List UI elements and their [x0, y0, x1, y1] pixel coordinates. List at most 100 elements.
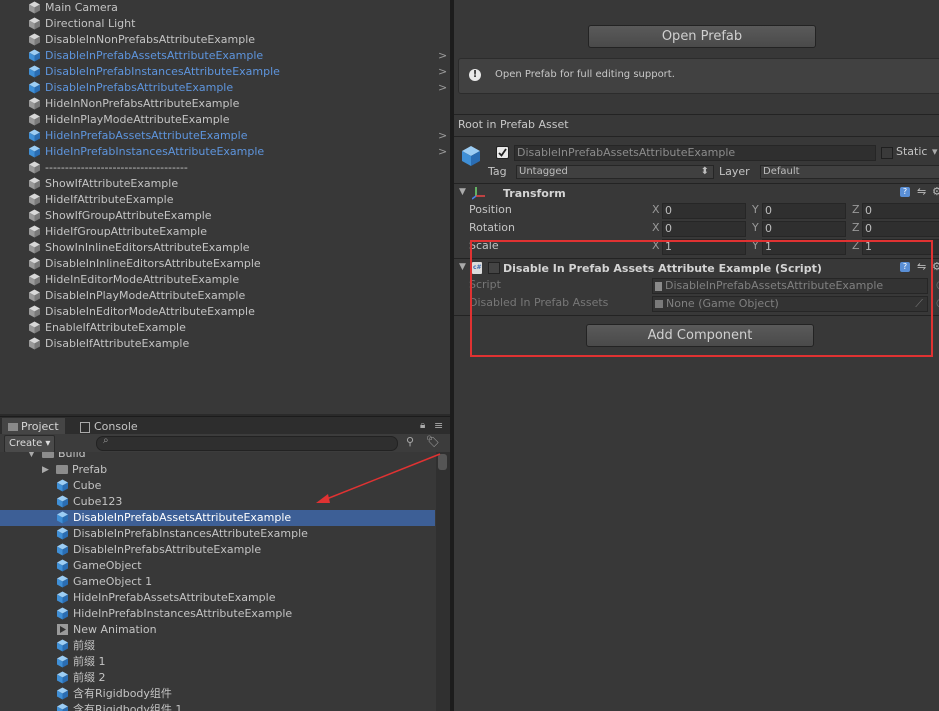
- project-item[interactable]: DisableInPrefabsAttributeExample: [0, 542, 435, 558]
- hierarchy-item-label: HideIfGroupAttributeExample: [45, 225, 207, 238]
- transform-x-field[interactable]: 0: [662, 203, 746, 219]
- project-item-label: New Animation: [73, 623, 157, 636]
- prefab-cube-icon: [56, 607, 69, 620]
- preset-icon[interactable]: ⇋: [917, 185, 926, 198]
- project-item[interactable]: HideInPrefabInstancesAttributeExample: [0, 606, 435, 622]
- gameobject-cube-icon: [28, 161, 41, 174]
- static-dropdown-icon[interactable]: ▾: [932, 145, 938, 158]
- filter-type-icon[interactable]: ⚲: [406, 435, 414, 448]
- prefab-cube-icon: [28, 129, 41, 142]
- search-input[interactable]: ⌕: [96, 435, 398, 451]
- prefab-cube-icon: [56, 591, 69, 604]
- project-item-label: 前缀: [73, 639, 95, 652]
- prefab-cube-icon: [56, 639, 69, 652]
- foldout-arrow-icon[interactable]: ▼: [459, 187, 466, 197]
- project-item[interactable]: DisableInPrefabInstancesAttributeExample: [0, 526, 435, 542]
- gear-icon[interactable]: ⚙: [932, 185, 939, 198]
- layer-dropdown[interactable]: Default: [760, 165, 939, 179]
- open-prefab-button[interactable]: Open Prefab: [588, 25, 816, 48]
- active-checkbox[interactable]: [496, 146, 509, 159]
- project-item-label: HideInPrefabAssetsAttributeExample: [73, 591, 276, 604]
- info-icon: !: [469, 69, 481, 81]
- foldout-arrow-icon[interactable]: ▼: [28, 452, 35, 462]
- info-box: ! Open Prefab for full editing support.: [458, 58, 939, 94]
- folder-icon: [56, 465, 68, 474]
- project-item[interactable]: 前缀 1: [0, 654, 435, 670]
- prefab-cube-icon: [56, 479, 69, 492]
- project-item-label: 含有Rigidbody组件 1: [73, 703, 183, 711]
- prefab-cube-icon: [56, 511, 69, 524]
- search-icon: ⌕: [103, 435, 109, 446]
- transform-y-field[interactable]: 0: [762, 221, 846, 237]
- project-tab-bar: Project Console 🔒︎ ≡: [0, 416, 450, 435]
- hierarchy-item-label: Directional Light: [45, 17, 136, 30]
- transform-z-field[interactable]: 0: [862, 221, 939, 237]
- tab-console[interactable]: Console: [74, 418, 144, 435]
- project-item-label: DisableInPrefabsAttributeExample: [73, 543, 262, 556]
- object-name-field[interactable]: DisableInPrefabAssetsAttributeExample: [514, 145, 876, 161]
- project-item[interactable]: GameObject 1: [0, 574, 435, 590]
- foldout-arrow-icon[interactable]: ▶: [42, 462, 49, 478]
- root-label: Root in Prefab Asset: [458, 118, 569, 131]
- axis-z-label[interactable]: Z: [852, 203, 860, 216]
- prefab-open-arrow-icon[interactable]: >: [438, 144, 448, 160]
- gameobject-cube-icon: [28, 17, 41, 30]
- axis-z-label[interactable]: Z: [852, 221, 860, 234]
- project-item-label: DisableInPrefabInstancesAttributeExample: [73, 527, 308, 540]
- static-label: Static: [896, 145, 928, 158]
- prefab-cube-icon: [56, 687, 69, 700]
- menu-icon[interactable]: ≡: [434, 419, 443, 432]
- project-item[interactable]: New Animation: [0, 622, 435, 638]
- annotation-arrow: [316, 453, 441, 503]
- axis-y-label[interactable]: Y: [752, 203, 759, 216]
- gameobject-cube-icon: [28, 97, 41, 110]
- lock-icon[interactable]: 🔒︎: [420, 420, 425, 431]
- project-item[interactable]: DisableInPrefabAssetsAttributeExample: [0, 510, 435, 526]
- prefab-open-arrow-icon[interactable]: >: [438, 128, 448, 144]
- gear-icon[interactable]: ⚙: [932, 260, 939, 273]
- transform-z-field[interactable]: 0: [862, 203, 939, 219]
- foldout-arrow-icon[interactable]: ▼: [459, 262, 466, 272]
- prefab-cube-icon: [460, 145, 482, 167]
- transform-y-field[interactable]: 0: [762, 203, 846, 219]
- project-item[interactable]: GameObject: [0, 558, 435, 574]
- static-checkbox[interactable]: [881, 147, 893, 159]
- project-item[interactable]: HideInPrefabAssetsAttributeExample: [0, 590, 435, 606]
- hierarchy-panel: Main Camera Directional Light DisableInNon…: [0, 0, 450, 414]
- axis-x-label[interactable]: X: [652, 221, 660, 234]
- project-item[interactable]: 含有Rigidbody组件 1: [0, 702, 435, 711]
- project-item-label: DisableInPrefabAssetsAttributeExample: [73, 511, 292, 524]
- project-item[interactable]: 含有Rigidbody组件: [0, 686, 435, 702]
- tag-dropdown[interactable]: Untagged ⬍: [516, 165, 714, 179]
- axis-x-label[interactable]: X: [652, 203, 660, 216]
- gameobject-cube-icon: [28, 193, 41, 206]
- dropdown-arrow-icon: ⬍: [700, 166, 709, 177]
- gameobject-cube-icon: [28, 33, 41, 46]
- gameobject-cube-icon: [28, 321, 41, 334]
- project-item[interactable]: 前缀 2: [0, 670, 435, 686]
- help-icon[interactable]: ?: [900, 187, 910, 197]
- create-dropdown[interactable]: Create ▾: [4, 435, 56, 453]
- tab-project[interactable]: Project: [2, 418, 65, 435]
- filter-label-icon[interactable]: 🏷︎: [426, 435, 440, 448]
- prefab-open-arrow-icon[interactable]: >: [438, 64, 448, 80]
- gameobject-cube-icon: [28, 177, 41, 190]
- prefab-open-arrow-icon[interactable]: >: [438, 80, 448, 96]
- gameobject-cube-icon: [28, 225, 41, 238]
- hierarchy-item-label: HideInNonPrefabsAttributeExample: [45, 97, 240, 110]
- transform-x-field[interactable]: 0: [662, 221, 746, 237]
- gameobject-cube-icon: [28, 113, 41, 126]
- prefab-cube-icon: [28, 65, 41, 78]
- project-item-label: Cube123: [73, 495, 123, 508]
- prefab-open-arrow-icon[interactable]: >: [438, 48, 448, 64]
- prefab-cube-icon: [56, 671, 69, 684]
- hierarchy-item-label: EnableIfAttributeExample: [45, 321, 186, 334]
- prefab-cube-icon: [28, 145, 41, 158]
- hierarchy-item-label: HideIfAttributeExample: [45, 193, 174, 206]
- axis-y-label[interactable]: Y: [752, 221, 759, 234]
- project-item[interactable]: 前缀: [0, 638, 435, 654]
- project-item-label: 含有Rigidbody组件: [73, 687, 172, 700]
- transform-row-label: Rotation: [469, 221, 516, 234]
- gameobject-cube-icon: [28, 305, 41, 318]
- hierarchy-item-label: DisableInPrefabInstancesAttributeExample: [45, 65, 280, 78]
